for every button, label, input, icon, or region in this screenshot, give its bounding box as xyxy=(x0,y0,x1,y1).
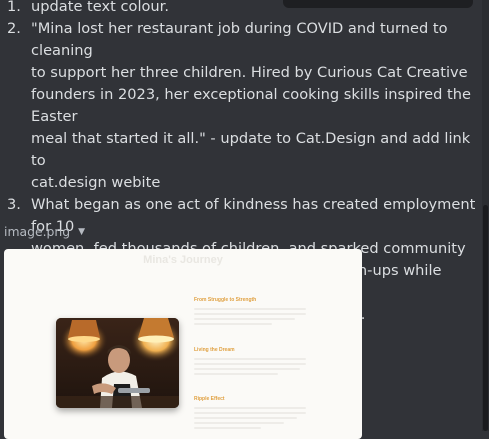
section-heading: From Struggle to Strength xyxy=(194,297,257,303)
scrollbar-thumb[interactable] xyxy=(483,205,488,431)
attachment-toggle[interactable]: image.png ▼ xyxy=(4,224,85,239)
section-body-lines xyxy=(194,308,306,328)
list-number: 3. xyxy=(7,196,21,213)
section-body-lines xyxy=(194,358,306,378)
preview-title: Mina's Journey xyxy=(143,254,223,266)
list-item-text: update text colour. xyxy=(31,0,169,15)
list-item: 2. "Mina lost her restaurant job during … xyxy=(0,18,480,194)
attachment-filename: image.png xyxy=(4,224,71,239)
list-item-text: "Mina lost her restaurant job during COV… xyxy=(31,20,471,191)
section-heading: Living the Dream xyxy=(194,347,235,353)
list-number: 1. xyxy=(7,0,21,15)
chevron-down-icon[interactable]: ▼ xyxy=(78,227,85,237)
list-item: 1. update text colour. xyxy=(0,0,480,18)
section-body-lines xyxy=(194,407,306,432)
section-heading: Ripple Effect xyxy=(194,396,225,402)
chef-photo xyxy=(56,318,179,408)
list-number: 2. xyxy=(7,20,21,37)
image-attachment-preview[interactable]: Mina's Journey From Struggle to Strength… xyxy=(4,249,362,439)
chef-with-pendant-lamps-image xyxy=(56,318,179,408)
